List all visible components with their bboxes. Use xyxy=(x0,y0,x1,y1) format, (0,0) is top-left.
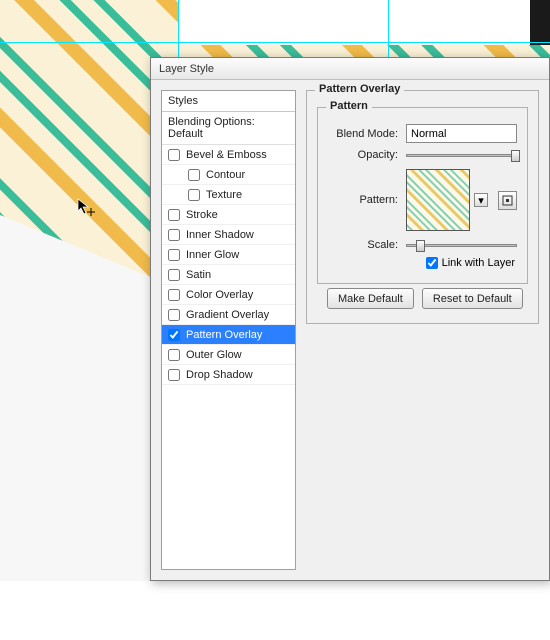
snap-to-origin-button[interactable] xyxy=(498,191,517,210)
pattern-overlay-group: Pattern Overlay Pattern Blend Mode: Norm… xyxy=(306,90,539,324)
dialog-body: Styles Blending Options: Default Bevel &… xyxy=(151,80,549,580)
style-item-label: Outer Glow xyxy=(186,349,242,361)
artboard-area xyxy=(178,0,530,45)
style-item-inner-glow[interactable]: Inner Glow xyxy=(162,245,295,265)
slider-thumb[interactable] xyxy=(416,240,425,252)
style-item-checkbox[interactable] xyxy=(188,169,200,181)
dialog-titlebar[interactable]: Layer Style xyxy=(151,58,549,80)
style-item-texture[interactable]: Texture xyxy=(162,185,295,205)
style-item-label: Satin xyxy=(186,269,211,281)
pattern-swatch[interactable] xyxy=(406,169,470,231)
style-item-checkbox[interactable] xyxy=(188,189,200,201)
style-item-checkbox[interactable] xyxy=(168,329,180,341)
style-item-checkbox[interactable] xyxy=(168,309,180,321)
blend-mode-select[interactable]: Normal xyxy=(406,124,517,143)
inner-group-title: Pattern xyxy=(326,100,372,112)
style-item-label: Pattern Overlay xyxy=(186,329,262,341)
style-item-label: Contour xyxy=(206,169,245,181)
style-item-checkbox[interactable] xyxy=(168,349,180,361)
pattern-row: Pattern: xyxy=(328,169,517,231)
slider-thumb[interactable] xyxy=(511,150,520,162)
style-item-label: Inner Glow xyxy=(186,249,239,261)
opacity-label: Opacity: xyxy=(328,149,406,161)
style-item-checkbox[interactable] xyxy=(168,209,180,221)
pattern-inner-group: Pattern Blend Mode: Normal Opacity: xyxy=(317,107,528,284)
style-item-drop-shadow[interactable]: Drop Shadow xyxy=(162,365,295,385)
style-item-outer-glow[interactable]: Outer Glow xyxy=(162,345,295,365)
style-item-checkbox[interactable] xyxy=(168,149,180,161)
style-item-pattern-overlay[interactable]: Pattern Overlay xyxy=(162,325,295,345)
style-item-checkbox[interactable] xyxy=(168,249,180,261)
style-item-checkbox[interactable] xyxy=(168,369,180,381)
group-title: Pattern Overlay xyxy=(315,83,404,95)
blend-mode-row: Blend Mode: Normal xyxy=(328,124,517,143)
style-item-stroke[interactable]: Stroke xyxy=(162,205,295,225)
blending-options-row[interactable]: Blending Options: Default xyxy=(162,112,295,145)
pattern-label: Pattern: xyxy=(328,194,406,206)
chevron-down-icon: ▾ xyxy=(478,194,484,207)
styles-header[interactable]: Styles xyxy=(162,91,295,112)
style-item-label: Bevel & Emboss xyxy=(186,149,267,161)
style-item-label: Drop Shadow xyxy=(186,369,253,381)
blend-mode-label: Blend Mode: xyxy=(328,128,406,140)
make-default-button[interactable]: Make Default xyxy=(327,288,414,309)
style-item-label: Color Overlay xyxy=(186,289,253,301)
default-buttons-row: Make Default Reset to Default xyxy=(317,288,528,309)
style-item-inner-shadow[interactable]: Inner Shadow xyxy=(162,225,295,245)
settings-panel: Pattern Overlay Pattern Blend Mode: Norm… xyxy=(306,90,539,570)
make-default-label: Make Default xyxy=(338,293,403,305)
style-list: Bevel & Emboss Contour Texture Stroke Inner … xyxy=(162,145,295,569)
link-with-layer-checkbox[interactable] xyxy=(426,257,438,269)
opacity-slider[interactable] xyxy=(406,154,517,157)
style-item-label: Texture xyxy=(206,189,242,201)
pattern-picker-dropdown[interactable]: ▾ xyxy=(474,193,488,207)
style-item-label: Inner Shadow xyxy=(186,229,254,241)
scale-label: Scale: xyxy=(328,239,406,251)
guide-horizontal[interactable] xyxy=(0,42,550,43)
style-item-checkbox[interactable] xyxy=(168,289,180,301)
style-item-bevel-emboss[interactable]: Bevel & Emboss xyxy=(162,145,295,165)
reset-default-button[interactable]: Reset to Default xyxy=(422,288,523,309)
link-with-layer-label[interactable]: Link with Layer xyxy=(442,257,515,269)
style-item-color-overlay[interactable]: Color Overlay xyxy=(162,285,295,305)
pattern-swatch-preview xyxy=(406,169,470,231)
style-item-label: Gradient Overlay xyxy=(186,309,269,321)
canvas-dark-strip xyxy=(530,0,550,45)
reset-default-label: Reset to Default xyxy=(433,293,512,305)
cursor-pointer-icon xyxy=(77,198,95,216)
styles-panel: Styles Blending Options: Default Bevel &… xyxy=(161,90,296,570)
scale-slider[interactable] xyxy=(406,244,517,247)
style-item-contour[interactable]: Contour xyxy=(162,165,295,185)
style-item-checkbox[interactable] xyxy=(168,269,180,281)
link-with-layer-row: Link with Layer xyxy=(328,257,517,269)
dialog-title: Layer Style xyxy=(159,63,214,75)
blend-mode-value: Normal xyxy=(411,128,446,140)
opacity-row: Opacity: xyxy=(328,149,517,161)
style-item-label: Stroke xyxy=(186,209,218,221)
style-item-checkbox[interactable] xyxy=(168,229,180,241)
scale-row: Scale: xyxy=(328,239,517,251)
layer-style-dialog: Layer Style Styles Blending Options: Def… xyxy=(150,57,550,581)
style-item-gradient-overlay[interactable]: Gradient Overlay xyxy=(162,305,295,325)
snap-origin-icon xyxy=(502,195,513,206)
style-item-satin[interactable]: Satin xyxy=(162,265,295,285)
